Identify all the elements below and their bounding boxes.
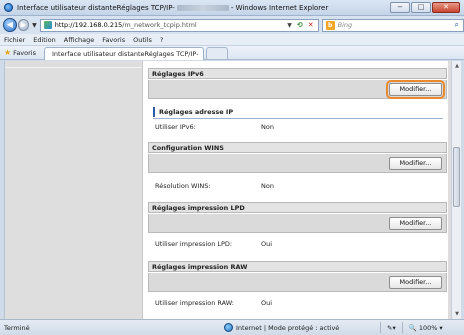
zoom-icon: 🔍: [408, 323, 417, 332]
settings-panel: Réglages IPv6 Modifier... Réglages adres…: [142, 61, 448, 319]
maximize-button[interactable]: □: [411, 2, 431, 13]
modify-lpd-button[interactable]: Modifier...: [389, 217, 442, 230]
value-use-ipv6: Non: [261, 123, 274, 131]
label-wins-resolution: Résolution WINS:: [155, 182, 211, 190]
window-controls: − □ ✕: [390, 2, 460, 13]
back-button[interactable]: ◀: [3, 18, 17, 32]
zone-text: Internet | Mode protégé : activé: [236, 323, 340, 332]
navigation-bar: ◀ ▶ ▼ http://192.168.0.215/m_network_tcp…: [0, 16, 464, 34]
zoom-control[interactable]: 🔍 100% ▾: [409, 324, 443, 332]
status-divider: [401, 322, 403, 333]
history-dropdown-icon[interactable]: ▼: [32, 22, 37, 29]
value-use-lpd: Oui: [261, 240, 273, 248]
favorites-button[interactable]: Favoris: [13, 49, 36, 57]
ie-logo-icon: [4, 3, 13, 12]
security-zone[interactable]: Internet | Mode protégé : activé: [224, 323, 374, 332]
status-bar: Terminé Internet | Mode protégé : activé…: [0, 319, 464, 335]
forward-button[interactable]: ▶: [17, 19, 30, 31]
label-use-lpd: Utiliser impression LPD:: [155, 240, 233, 248]
section-header-raw: Réglages impression RAW: [148, 261, 447, 272]
redacted-model-name: [176, 4, 229, 11]
vertical-scrollbar[interactable]: ▲ ▼: [451, 61, 461, 319]
tab-title: Interface utilisateur distanteRéglages T…: [52, 49, 199, 58]
menu-favoris[interactable]: Favoris: [102, 36, 125, 44]
minimize-button[interactable]: −: [390, 2, 410, 13]
sidebar-divider: [5, 67, 142, 68]
window-title-suffix: - Windows Internet Explorer: [230, 3, 329, 12]
protected-mode-icon[interactable]: ✎▾: [387, 324, 396, 332]
window-title-bar: Interface utilisateur distanteRéglages T…: [0, 0, 464, 16]
modify-ipv6-button[interactable]: Modifier...: [386, 80, 445, 99]
browser-tab[interactable]: Interface utilisateur distanteRéglages T…: [44, 46, 204, 60]
scrollbar-thumb[interactable]: [453, 147, 460, 207]
status-divider: [380, 322, 381, 333]
window-title-prefix: Interface utilisateur distanteRéglages T…: [17, 3, 175, 12]
menu-edition[interactable]: Edition: [33, 36, 56, 44]
favorites-bar: ★ Favoris Interface utilisateur distante…: [0, 46, 464, 60]
modify-wins-button[interactable]: Modifier...: [389, 157, 442, 170]
section-header-lpd: Réglages impression LPD: [148, 202, 447, 213]
close-window-button[interactable]: ✕: [432, 2, 460, 13]
button-bar-lpd: Modifier...: [148, 214, 447, 233]
zoom-dropdown-icon: ▾: [439, 323, 443, 332]
subheader-underline: [153, 118, 443, 119]
window-title: Interface utilisateur distanteRéglages T…: [17, 4, 328, 12]
star-icon[interactable]: ★: [4, 48, 11, 57]
menu-bar: Fichier Edition Affichage Favoris Outils…: [0, 34, 464, 46]
modify-raw-button[interactable]: Modifier...: [389, 276, 442, 289]
search-placeholder: Bing: [337, 21, 353, 29]
globe-icon: [224, 323, 233, 332]
stop-icon[interactable]: ✕: [308, 21, 314, 29]
url-path: /m_network_tcpip.html: [122, 21, 197, 29]
status-text: Terminé: [4, 323, 30, 332]
address-bar[interactable]: http://192.168.0.215/m_network_tcpip.htm…: [39, 18, 319, 32]
button-bar-ipv6: Modifier...: [148, 80, 447, 99]
value-use-raw: Oui: [261, 299, 273, 307]
search-box[interactable]: b Bing ⌕: [321, 18, 464, 32]
label-use-raw: Utiliser impression RAW:: [155, 299, 234, 307]
page-favicon-icon: [43, 21, 52, 29]
left-sidebar: [5, 61, 142, 319]
section-header-wins: Configuration WINS: [148, 142, 447, 153]
menu-help[interactable]: ?: [160, 36, 163, 44]
value-wins-resolution: Non: [261, 182, 274, 190]
scroll-up-icon[interactable]: ▲: [452, 61, 462, 71]
menu-outils[interactable]: Outils: [133, 36, 152, 44]
page-content: Réglages IPv6 Modifier... Réglages adres…: [4, 61, 451, 319]
zoom-level: 100%: [418, 323, 438, 332]
menu-affichage[interactable]: Affichage: [64, 36, 95, 44]
button-bar-raw: Modifier...: [148, 273, 447, 292]
refresh-icon[interactable]: ⟲: [297, 21, 303, 29]
button-bar-wins: Modifier...: [148, 154, 447, 173]
new-tab-button[interactable]: [206, 47, 228, 59]
bing-icon: b: [325, 20, 335, 30]
url-host: http://192.168.0.215: [54, 21, 123, 29]
section-header-ipv6: Réglages IPv6: [148, 68, 447, 79]
menu-fichier[interactable]: Fichier: [4, 36, 25, 44]
subheader-ip-address: Réglages adresse IP: [153, 107, 303, 117]
label-use-ipv6: Utiliser IPv6:: [155, 123, 196, 131]
search-icon[interactable]: ⌕: [455, 20, 459, 30]
address-dropdown-icon[interactable]: ▼: [287, 22, 292, 29]
scroll-down-icon[interactable]: ▼: [452, 309, 462, 319]
